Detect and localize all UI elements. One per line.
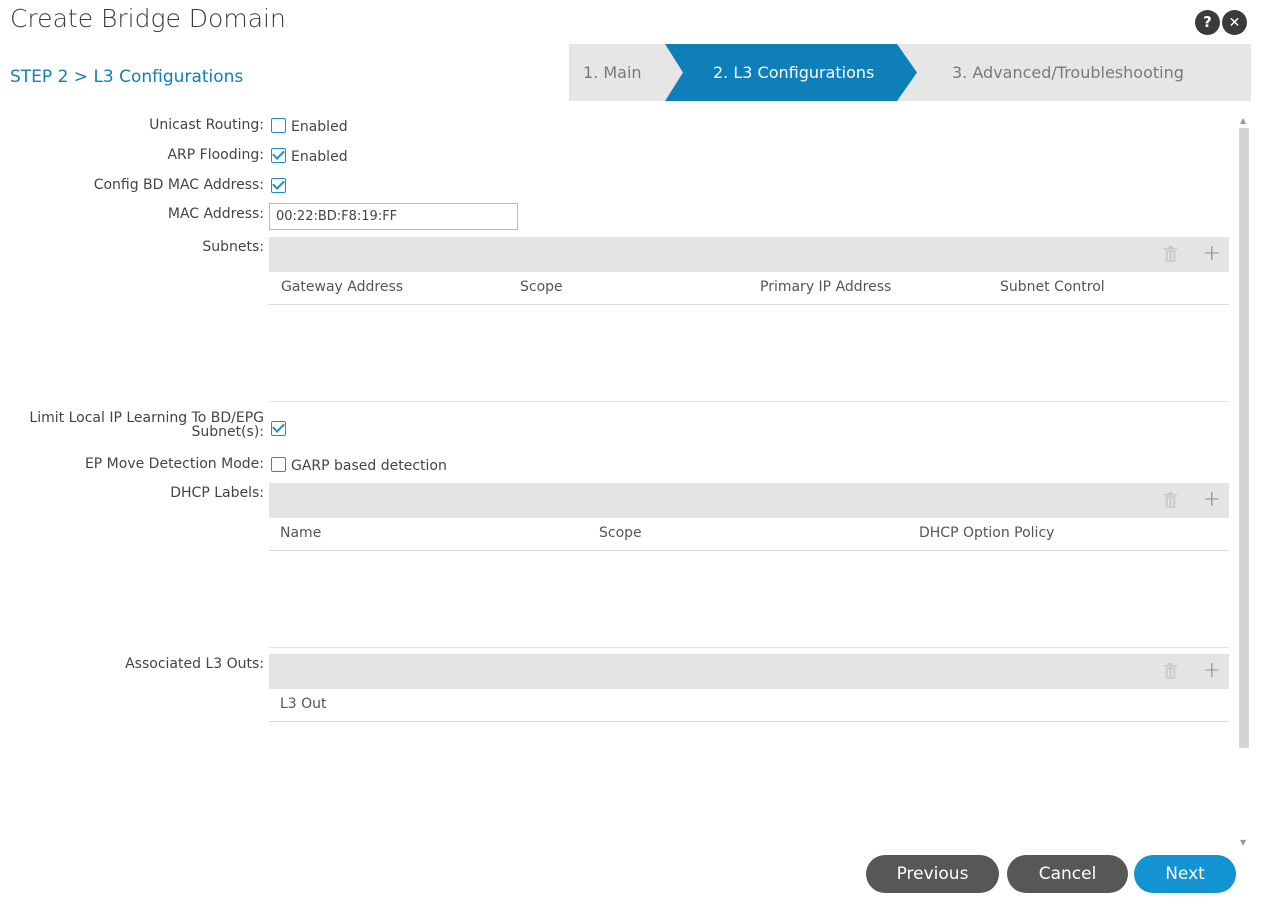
dhcp-labels-table-bottom	[269, 647, 1229, 648]
add-dhcp-label-icon[interactable]: +	[1203, 488, 1221, 512]
cancel-button[interactable]: Cancel	[1007, 855, 1128, 893]
garp-detection-option: GARP based detection	[291, 458, 447, 474]
config-bd-mac-label: Config BD MAC Address:	[93, 177, 264, 193]
add-l3-out-icon[interactable]: +	[1203, 659, 1221, 683]
step-breadcrumb: STEP 2 > L3 Configurations	[10, 67, 244, 87]
arp-flooding-option: Enabled	[291, 149, 348, 165]
scrollbar-thumb[interactable]	[1239, 128, 1249, 748]
subnets-table-bottom	[269, 401, 1229, 402]
help-icon[interactable]: ?	[1195, 10, 1220, 35]
add-subnet-icon[interactable]: +	[1203, 242, 1221, 266]
header-actions: ? ✕	[1195, 10, 1247, 35]
unicast-routing-checkbox[interactable]	[271, 118, 286, 133]
column-dhcp-option-policy[interactable]: DHCP Option Policy	[919, 525, 1054, 541]
ep-move-detection-label: EP Move Detection Mode:	[84, 456, 264, 472]
arp-flooding-label: ARP Flooding:	[167, 147, 264, 163]
subnets-label: Subnets:	[202, 239, 264, 255]
column-primary-ip[interactable]: Primary IP Address	[760, 279, 891, 295]
page-title: Create Bridge Domain	[10, 4, 286, 33]
unicast-routing-option: Enabled	[291, 119, 348, 135]
wizard-step-l3-configurations[interactable]: 2. L3 Configurations	[665, 44, 917, 101]
wizard-steps: 1. Main 2. L3 Configurations 3. Advanced…	[569, 44, 1251, 101]
previous-button[interactable]: Previous	[866, 855, 999, 893]
trash-icon[interactable]	[1164, 246, 1177, 262]
column-l3-out[interactable]: L3 Out	[280, 696, 327, 712]
scroll-up-arrow-icon[interactable]: ▲	[1240, 116, 1246, 125]
column-scope[interactable]: Scope	[520, 279, 563, 295]
scroll-down-arrow-icon[interactable]: ▼	[1240, 838, 1246, 847]
trash-icon[interactable]	[1164, 663, 1177, 679]
column-gateway-address[interactable]: Gateway Address	[281, 279, 403, 295]
l3-outs-table-header: L3 Out	[269, 689, 1229, 722]
mac-address-input[interactable]	[269, 203, 518, 230]
config-bd-mac-checkbox[interactable]	[271, 178, 286, 193]
subnets-toolbar: +	[269, 237, 1229, 272]
subnets-table-header: Gateway Address Scope Primary IP Address…	[269, 272, 1229, 305]
column-name[interactable]: Name	[280, 525, 321, 541]
dhcp-labels-label: DHCP Labels:	[170, 485, 264, 501]
dhcp-labels-toolbar: +	[269, 483, 1229, 518]
garp-detection-checkbox[interactable]	[271, 457, 286, 472]
l3-outs-toolbar: +	[269, 654, 1229, 689]
next-button[interactable]: Next	[1134, 855, 1236, 893]
column-subnet-control[interactable]: Subnet Control	[1000, 279, 1105, 295]
associated-l3-outs-label: Associated L3 Outs:	[125, 656, 264, 672]
wizard-step-main[interactable]: 1. Main	[583, 44, 642, 101]
column-scope[interactable]: Scope	[599, 525, 642, 541]
mac-address-label: MAC Address:	[167, 206, 264, 222]
limit-local-ip-checkbox[interactable]	[271, 421, 286, 436]
limit-local-ip-label: Limit Local IP Learning To BD/EPG Subnet…	[29, 410, 264, 440]
wizard-step-label: 2. L3 Configurations	[713, 63, 875, 82]
unicast-routing-label: Unicast Routing:	[149, 117, 264, 133]
arp-flooding-checkbox[interactable]	[271, 148, 286, 163]
trash-icon[interactable]	[1164, 492, 1177, 508]
dhcp-labels-table-header: Name Scope DHCP Option Policy	[269, 518, 1229, 551]
close-icon[interactable]: ✕	[1222, 10, 1247, 35]
wizard-step-advanced[interactable]: 3. Advanced/Troubleshooting	[952, 44, 1184, 101]
